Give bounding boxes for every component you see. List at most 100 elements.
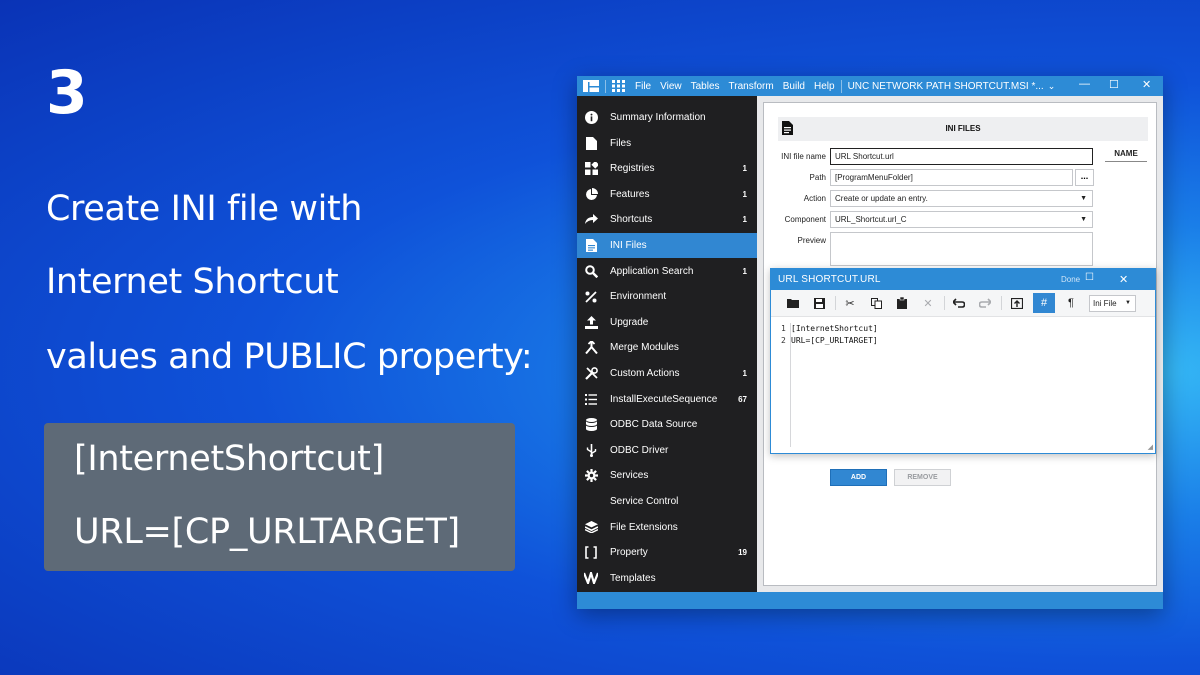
component-select[interactable]: URL_Shortcut.url_C ▼: [830, 211, 1093, 228]
sidebar-item[interactable]: INI Files: [577, 233, 757, 258]
sidebar-item-label: Application Search: [610, 265, 694, 277]
tools-icon: [584, 367, 598, 381]
remove-button[interactable]: REMOVE: [894, 469, 951, 486]
sidebar-item-label: Registries: [610, 163, 655, 175]
browse-button[interactable]: ...: [1075, 169, 1094, 186]
status-bar: [577, 592, 1163, 609]
sidebar-item-label: InstallExecuteSequence: [610, 393, 718, 405]
editor-close-button[interactable]: ✕: [1119, 273, 1128, 286]
sidebar-item[interactable]: Shortcuts 1: [577, 207, 757, 232]
save-icon[interactable]: [808, 293, 830, 313]
sidebar-item[interactable]: Service Control: [577, 489, 757, 514]
sidebar-item[interactable]: Summary Information: [577, 105, 757, 130]
code-line-1: [InternetShortcut]: [74, 439, 384, 479]
title-dropdown-chevron[interactable]: ⌄: [1048, 81, 1056, 92]
sidebar-item-label: Shortcuts: [610, 214, 653, 226]
editor-line-1[interactable]: 1 [InternetShortcut]: [781, 324, 878, 333]
percent-icon: [584, 290, 598, 304]
sidebar-item[interactable]: Registries 1: [577, 156, 757, 181]
sidebar-item-label: Service Control: [610, 496, 679, 507]
format-select-value: Ini File: [1093, 299, 1117, 308]
layers-icon: [584, 520, 598, 534]
ini-file-name-input[interactable]: URL Shortcut.url: [830, 148, 1093, 165]
minimize-button[interactable]: —: [1079, 78, 1090, 90]
delete-icon[interactable]: ✕: [917, 293, 939, 313]
redo-icon[interactable]: [974, 293, 996, 313]
path-input[interactable]: [ProgramMenuFolder]: [830, 169, 1073, 186]
line-numbers-toggle[interactable]: #: [1033, 293, 1055, 313]
sidebar-item-count: 1: [742, 266, 747, 276]
code-line-2: URL=[CP_URLTARGET]: [74, 512, 460, 552]
close-button[interactable]: ✕: [1142, 78, 1151, 91]
line-number: 2: [781, 336, 786, 345]
heading-line-2: Internet Shortcut: [46, 262, 339, 302]
panel-title: INI FILES: [945, 124, 981, 133]
menu-view[interactable]: View: [660, 81, 682, 92]
sidebar-item-count: 1: [742, 369, 747, 378]
menu-transform[interactable]: Transform: [729, 81, 774, 92]
title-bar: File View Tables Transform Build Help UN…: [577, 76, 1163, 96]
sidebar-item[interactable]: Custom Actions 1: [577, 361, 757, 386]
component-label: Component: [784, 215, 826, 224]
grid-menu-icon[interactable]: [612, 80, 626, 92]
paste-icon[interactable]: [891, 293, 913, 313]
sidebar-item-label: Merge Modules: [610, 342, 679, 354]
sidebar-item-label: ODBC Driver: [610, 444, 669, 456]
add-button[interactable]: ADD: [830, 469, 887, 486]
sidebar-item-count: 19: [738, 548, 747, 558]
cut-icon[interactable]: ✂: [839, 293, 861, 313]
sidebar-item[interactable]: Upgrade: [577, 310, 757, 335]
file-icon: [584, 136, 598, 150]
format-select[interactable]: Ini File ▼: [1089, 295, 1136, 312]
menu-build[interactable]: Build: [783, 81, 805, 92]
chevron-down-icon: ▼: [1125, 300, 1131, 306]
app-window: File View Tables Transform Build Help UN…: [577, 76, 1163, 609]
sidebar-item[interactable]: ODBC Driver: [577, 438, 757, 463]
sidebar-item[interactable]: Features 1: [577, 182, 757, 207]
sidebar-item[interactable]: Application Search 1: [577, 259, 757, 284]
sidebar-item-count: 1: [742, 215, 747, 225]
menu-file[interactable]: File: [635, 81, 651, 92]
editor-maximize-button[interactable]: ☐: [1085, 272, 1094, 283]
paragraph-marks-toggle[interactable]: ¶: [1060, 293, 1082, 313]
sidebar-item[interactable]: InstallExecuteSequence 67: [577, 387, 757, 412]
gear-icon: [584, 469, 598, 483]
sidebar-item-label: ODBC Data Source: [610, 419, 698, 431]
menu-tables[interactable]: Tables: [691, 81, 720, 92]
registry-icon: [584, 162, 598, 176]
sidebar-item[interactable]: Services: [577, 463, 757, 488]
sidebar-item[interactable]: Merge Modules: [577, 335, 757, 360]
sidebar-item[interactable]: File Extensions: [577, 515, 757, 540]
editor-title-bar: URL SHORTCUT.URL Done ☐ ✕: [771, 269, 1155, 290]
line-number: 1: [781, 324, 786, 333]
maximize-button[interactable]: ☐: [1109, 78, 1119, 91]
database-icon: [584, 418, 598, 432]
sidebar-item-label: Upgrade: [610, 316, 649, 328]
menu-help[interactable]: Help: [814, 81, 835, 92]
info-icon: [584, 111, 598, 125]
sidebar-item[interactable]: ODBC Data Source: [577, 412, 757, 437]
resize-grip-icon[interactable]: ◢: [1148, 443, 1153, 451]
sidebar-item[interactable]: Property 19: [577, 540, 757, 565]
sidebar-item[interactable]: Templates: [577, 566, 757, 591]
sidebar-item-label: Services: [610, 470, 649, 482]
copy-icon[interactable]: [865, 293, 887, 313]
sidebar-item[interactable]: Environment: [577, 284, 757, 309]
action-select-value: Create or update an entry.: [835, 194, 928, 203]
heading-line-1: Create INI file with: [46, 189, 363, 229]
editor-line-2[interactable]: 2 URL=[CP_URLTARGET]: [781, 336, 878, 345]
editor-title: URL SHORTCUT.URL: [778, 274, 881, 285]
name-column-header[interactable]: NAME: [1105, 149, 1147, 162]
action-select[interactable]: Create or update an entry. ▼: [830, 190, 1093, 207]
code-snippet-box: [InternetShortcut] URL=[CP_URLTARGET]: [44, 423, 515, 571]
preview-area: [830, 232, 1093, 266]
sidebar-item[interactable]: Files: [577, 131, 757, 156]
done-button[interactable]: Done: [1061, 275, 1080, 284]
import-icon[interactable]: [1006, 293, 1028, 313]
preview-label: Preview: [797, 236, 826, 245]
merge-icon: [584, 341, 598, 355]
undo-icon[interactable]: [948, 293, 970, 313]
usb-icon: [584, 443, 598, 457]
open-folder-icon[interactable]: [782, 293, 804, 313]
action-label: Action: [803, 194, 826, 203]
